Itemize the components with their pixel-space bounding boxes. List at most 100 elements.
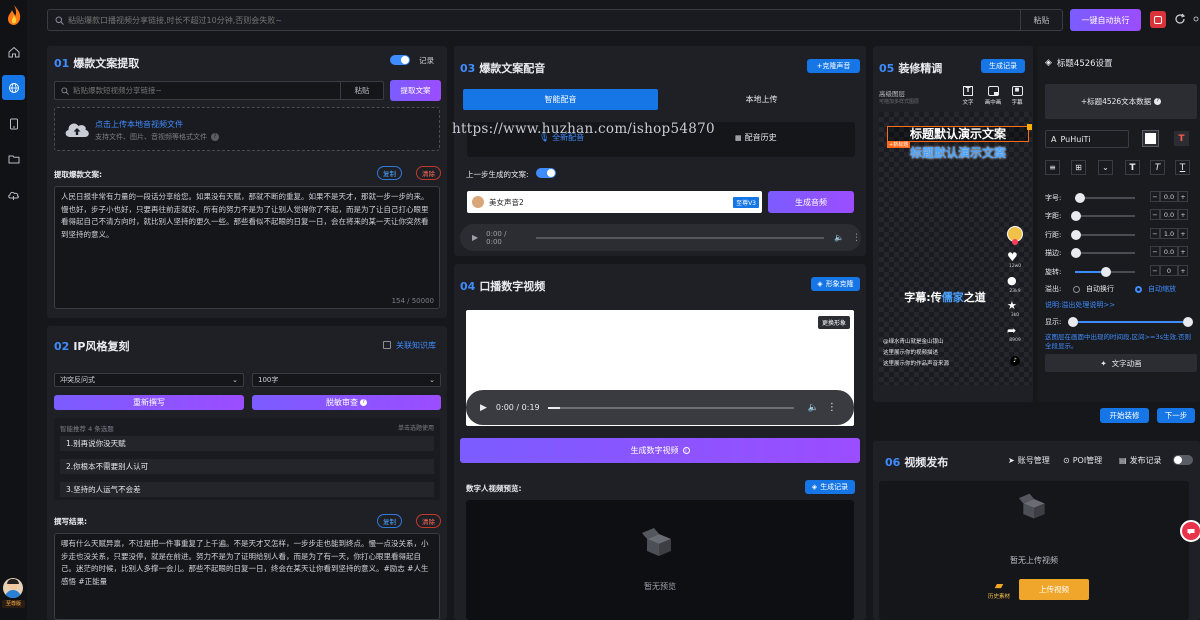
overflow-help-link[interactable]: 说明:溢出处理说明>> bbox=[1045, 300, 1115, 310]
star-icon[interactable]: ★ bbox=[1007, 299, 1017, 312]
color-swatch-white[interactable] bbox=[1142, 130, 1159, 147]
plus-button[interactable]: + bbox=[1178, 191, 1188, 202]
headline-2[interactable]: 标题默认演示文案 bbox=[887, 144, 1029, 161]
generate-audio-button[interactable]: 生成音频 bbox=[768, 191, 854, 213]
plus-button[interactable]: + bbox=[1178, 209, 1188, 220]
grid-align-icon[interactable]: ⊞ bbox=[1071, 160, 1086, 175]
volume-icon[interactable]: 🔈 bbox=[834, 233, 844, 242]
cloud-icon[interactable] bbox=[7, 188, 20, 201]
setting-slider[interactable] bbox=[1071, 248, 1135, 258]
history-material-button[interactable]: ▰ 历史素材 bbox=[984, 579, 1014, 600]
dub-history-tab[interactable]: ▦ 配音历史 bbox=[735, 132, 777, 143]
tab-local-upload[interactable]: 本地上传 bbox=[664, 89, 859, 110]
slider-knob[interactable] bbox=[1071, 248, 1081, 258]
minus-button[interactable]: − bbox=[1150, 209, 1160, 220]
gen-record-button[interactable]: ◈ 生成记录 bbox=[805, 480, 855, 494]
review-button[interactable]: 脱敏审查? bbox=[252, 395, 441, 410]
shrink-radio[interactable]: 自动缩放 bbox=[1135, 284, 1176, 294]
rewrite-button[interactable]: 重新撰写 bbox=[54, 395, 244, 410]
headline-handle[interactable] bbox=[1027, 124, 1032, 130]
publish-toggle[interactable] bbox=[1173, 455, 1193, 465]
setting-value[interactable]: 0.0 bbox=[1160, 191, 1178, 202]
account-manage-link[interactable]: ➤ 账号管理 bbox=[1008, 455, 1050, 466]
kb-checkbox[interactable] bbox=[383, 341, 391, 349]
minus-button[interactable]: − bbox=[1150, 191, 1160, 202]
plus-button[interactable]: + bbox=[1178, 265, 1188, 276]
slider-knob[interactable] bbox=[1071, 211, 1081, 221]
underline-icon[interactable]: T bbox=[1175, 160, 1190, 175]
video-volume-icon[interactable]: 🔈 bbox=[808, 403, 819, 413]
folder-icon[interactable] bbox=[7, 152, 20, 165]
start-decorate-button[interactable]: 开始装修 bbox=[1100, 408, 1149, 423]
slider-knob[interactable] bbox=[1074, 193, 1085, 203]
setting-stepper[interactable]: −0.0 + bbox=[1150, 191, 1188, 202]
setting-slider[interactable] bbox=[1074, 193, 1135, 203]
range-start-knob[interactable] bbox=[1068, 317, 1078, 327]
video-more-icon[interactable]: ⋮ bbox=[827, 402, 837, 413]
headline-selected[interactable]: 标题默认演示文案 bbox=[887, 124, 1032, 142]
upload-zone[interactable]: 点击上传本地音视频文件 支持文件、图片、音视频等格式文件 ? bbox=[54, 107, 440, 151]
result-clear-button[interactable]: 清除 bbox=[416, 514, 441, 528]
clone-voice-button[interactable]: +克隆声音 bbox=[807, 59, 860, 73]
play-icon[interactable]: ▶ bbox=[472, 233, 478, 242]
setting-value[interactable]: 0 bbox=[1160, 265, 1178, 276]
audio-progress[interactable] bbox=[536, 236, 825, 239]
record-toggle[interactable] bbox=[390, 55, 410, 65]
tool-text[interactable]: T 文字 bbox=[960, 86, 976, 106]
help-icon[interactable]: ? bbox=[211, 133, 219, 141]
setting-stepper[interactable]: −0.0 + bbox=[1150, 246, 1188, 257]
subtitle-preview[interactable]: 字幕:传儒家之道 bbox=[885, 289, 1005, 305]
setting-stepper[interactable]: −1.0 + bbox=[1150, 228, 1188, 239]
text-animation-button[interactable]: ✦ 文字动画 bbox=[1045, 354, 1197, 372]
text-color-icon[interactable]: T bbox=[1174, 131, 1189, 146]
list-item[interactable]: 1.别再说你没天赋 bbox=[60, 436, 434, 451]
publish-log-link[interactable]: ▤ 发布记录 bbox=[1119, 455, 1162, 466]
short-link-input[interactable] bbox=[73, 86, 340, 95]
share-icon[interactable]: ➦ bbox=[1007, 324, 1016, 337]
globe-icon[interactable] bbox=[2, 75, 25, 100]
minus-button[interactable]: − bbox=[1150, 265, 1160, 276]
italic-icon[interactable]: T bbox=[1150, 160, 1165, 175]
style-select[interactable]: 冲突反问式 ⌄ bbox=[54, 373, 244, 387]
phone-preview[interactable]: 标题默认演示文案 +新标题 标题默认演示文案 ♥ 12w0 ● 23k9 ★ 3… bbox=[879, 112, 1032, 385]
list-item[interactable]: 2.你根本不需要别人认可 bbox=[60, 459, 434, 474]
setting-slider[interactable] bbox=[1075, 267, 1135, 277]
chat-float-icon[interactable] bbox=[1180, 520, 1200, 542]
next-step-button[interactable]: 下一步 bbox=[1157, 408, 1195, 423]
tablet-icon[interactable] bbox=[7, 117, 20, 130]
result-copy-button[interactable]: 复制 bbox=[377, 514, 402, 528]
like-icon[interactable]: ♥ bbox=[1007, 250, 1018, 264]
upload-video-button[interactable]: 上传视频 bbox=[1019, 579, 1089, 600]
video-progress[interactable] bbox=[547, 406, 794, 409]
bold-icon[interactable]: T bbox=[1125, 160, 1140, 175]
result-textarea[interactable]: 哪有什么天赋异禀，不过是把一件事重复了上千遍。不是天才又怎样，一步步走也能到终点… bbox=[54, 533, 440, 620]
avatar[interactable] bbox=[3, 578, 23, 598]
app-icon[interactable] bbox=[1150, 11, 1166, 28]
auto-run-button[interactable]: 一键自动执行 bbox=[1070, 9, 1141, 31]
prev-text-toggle[interactable] bbox=[536, 168, 556, 178]
plus-button[interactable]: + bbox=[1178, 228, 1188, 239]
setting-slider[interactable] bbox=[1071, 211, 1135, 221]
audio-player[interactable]: ▶ 0:00 / 0:00 🔈 ⋮ bbox=[460, 224, 861, 251]
align-left-icon[interactable]: ≡ bbox=[1045, 160, 1060, 175]
home-icon[interactable] bbox=[7, 45, 20, 58]
voice-select[interactable]: 美女声音2 至尊V3 bbox=[467, 191, 762, 213]
minus-button[interactable]: − bbox=[1150, 228, 1160, 239]
setting-value[interactable]: 0.0 bbox=[1160, 246, 1178, 257]
setting-stepper[interactable]: −0.0 + bbox=[1150, 209, 1188, 220]
setting-value[interactable]: 1.0 bbox=[1160, 228, 1178, 239]
slider-knob[interactable] bbox=[1071, 230, 1081, 240]
setting-slider[interactable] bbox=[1071, 230, 1135, 240]
setting-stepper[interactable]: −0 + bbox=[1150, 265, 1188, 276]
extract-textarea[interactable]: 人民日报非常有力量的一段话分享给您。如果没有天赋，那就不断的重复。如果不是天才，… bbox=[54, 186, 440, 309]
settings-icon[interactable] bbox=[1192, 12, 1200, 26]
tab-smart-dub[interactable]: 智能配音 bbox=[463, 89, 658, 110]
clear-button[interactable]: 清除 bbox=[416, 166, 441, 180]
plus-button[interactable]: + bbox=[1178, 246, 1188, 257]
comment-icon[interactable]: ● bbox=[1007, 274, 1017, 287]
length-select[interactable]: 100字 ⌄ bbox=[252, 373, 441, 387]
slider-knob[interactable] bbox=[1101, 267, 1111, 277]
generate-video-button[interactable]: 生成数字视频 i bbox=[460, 438, 860, 463]
wrap-radio[interactable]: 自动换行 bbox=[1073, 284, 1114, 294]
poi-manage-link[interactable]: ⊙ POI管理 bbox=[1063, 455, 1102, 466]
